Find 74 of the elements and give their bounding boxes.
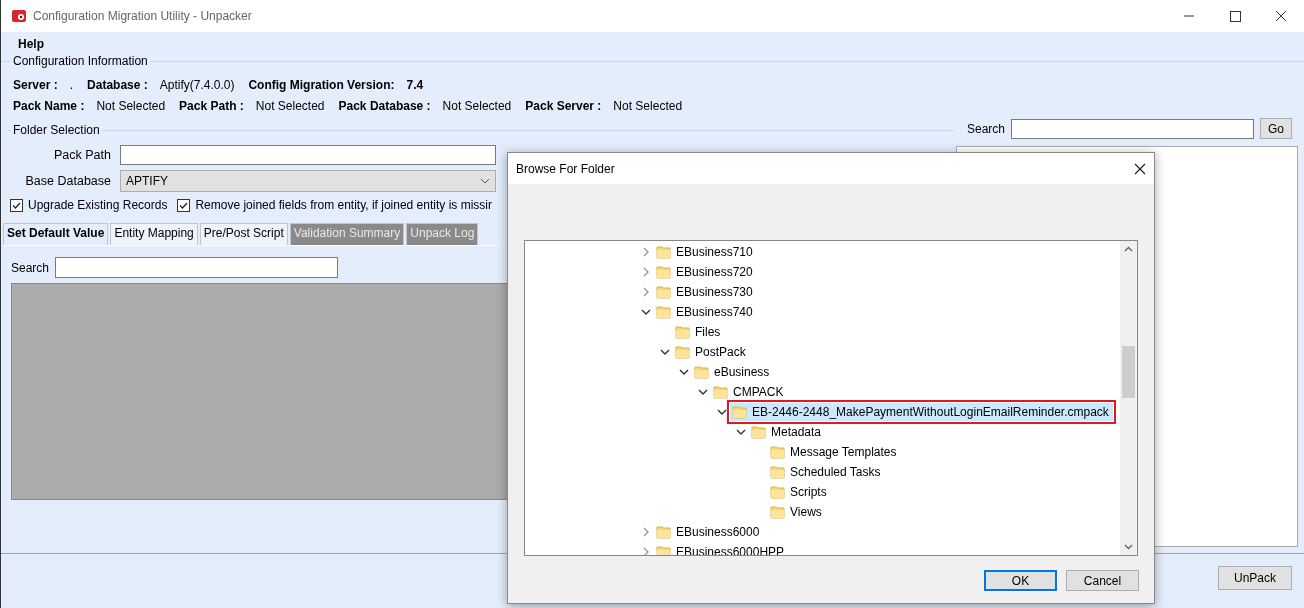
scroll-down-icon[interactable] [1124,542,1133,551]
folder-icon [770,504,786,520]
tree-item[interactable]: PostPack [673,343,750,361]
search-field[interactable] [55,257,339,278]
app-logo-icon [11,8,27,24]
tree-item[interactable]: Views [768,503,826,521]
tree-item[interactable]: EBusiness740 [654,303,757,321]
field-label: Pack Path [53,148,112,162]
tree-item[interactable]: Scripts [768,483,831,501]
scroll-up-icon[interactable] [1124,245,1133,254]
window-title: Configuration Migration Utility - Unpacker [33,9,253,23]
folder-icon [656,264,672,280]
info-label: Pack Name : [13,98,85,113]
info-value: . [69,77,74,92]
scroll-thumb[interactable] [1122,346,1135,398]
tab[interactable]: Set Default Value [3,223,109,245]
info-label: Pack Database : [338,98,431,113]
dialog-title: Browse For Folder [516,161,615,176]
tree-item[interactable]: eBusiness [692,363,774,381]
folder-icon [713,384,729,400]
ok-button[interactable]: OK [984,570,1057,591]
folder-icon [732,404,748,420]
tree-item[interactable]: EBusiness730 [654,283,757,301]
info-label: Config Migration Version: [248,77,395,92]
folder-icon [656,284,672,300]
folder-icon [675,324,691,340]
menu-item[interactable]: Help [18,37,44,51]
search-label: Search [967,121,1006,136]
group-title: Folder Selection [11,123,102,137]
folder-icon [770,484,786,500]
info-value: 7.4 [406,77,424,92]
folder-icon [694,364,710,380]
tree-item[interactable]: Scheduled Tasks [768,463,885,481]
close-icon[interactable] [1134,162,1146,175]
base-database-dropdown[interactable]: APTIFY [120,170,496,192]
folder-icon [770,464,786,480]
checkbox[interactable] [10,198,23,212]
info-value: Not Selected [442,98,512,113]
tree-item[interactable]: Metadata [749,423,826,441]
info-value: Not Selected [96,98,166,113]
tree-item[interactable]: EBusiness6000 [654,523,764,541]
checkbox-label[interactable]: Remove joined fields from entity, if joined entity is missir [195,198,492,212]
pack-path-field[interactable] [120,145,496,165]
folder-icon [770,444,786,460]
info-label: Database : [87,77,148,92]
info-label: Pack Path : [179,98,244,113]
tree-item[interactable]: Message Templates [768,443,901,461]
checkbox-label[interactable]: Upgrade Existing Records [28,198,168,212]
folder-icon [656,524,672,540]
tree-item[interactable]: EBusiness720 [654,263,757,281]
field-label: Base Database [24,174,112,188]
checkbox[interactable] [177,198,191,212]
go-button[interactable]: Go [1260,118,1293,139]
info-value: Not Selected [613,98,683,113]
folder-icon [675,344,691,360]
info-value: Not Selected [255,98,325,113]
search-label: Search [11,260,50,275]
folder-icon [656,304,672,320]
tree-item[interactable]: CMPACK [711,383,788,401]
cancel-button[interactable]: Cancel [1066,570,1139,591]
tree-item[interactable]: Files [673,323,725,341]
tab[interactable]: Entity Mapping [110,223,198,245]
info-label: Server : [13,77,58,92]
tree-item[interactable]: EBusiness710 [654,243,757,261]
group-title: Configuration Information [11,54,150,68]
folder-icon [656,244,672,260]
info-value: Aptify(7.4.0.0) [159,77,235,92]
search-field[interactable] [1011,118,1255,139]
unpack-button[interactable]: UnPack [1218,565,1292,590]
tab[interactable]: Pre/Post Script [199,223,288,245]
scrollbar[interactable] [1120,241,1137,555]
info-label: Pack Server : [525,98,602,113]
folder-icon [751,424,767,440]
tree-item[interactable]: EB-2446-2448_MakePaymentWithoutLoginEmailReminder.cmpack [730,403,1113,421]
